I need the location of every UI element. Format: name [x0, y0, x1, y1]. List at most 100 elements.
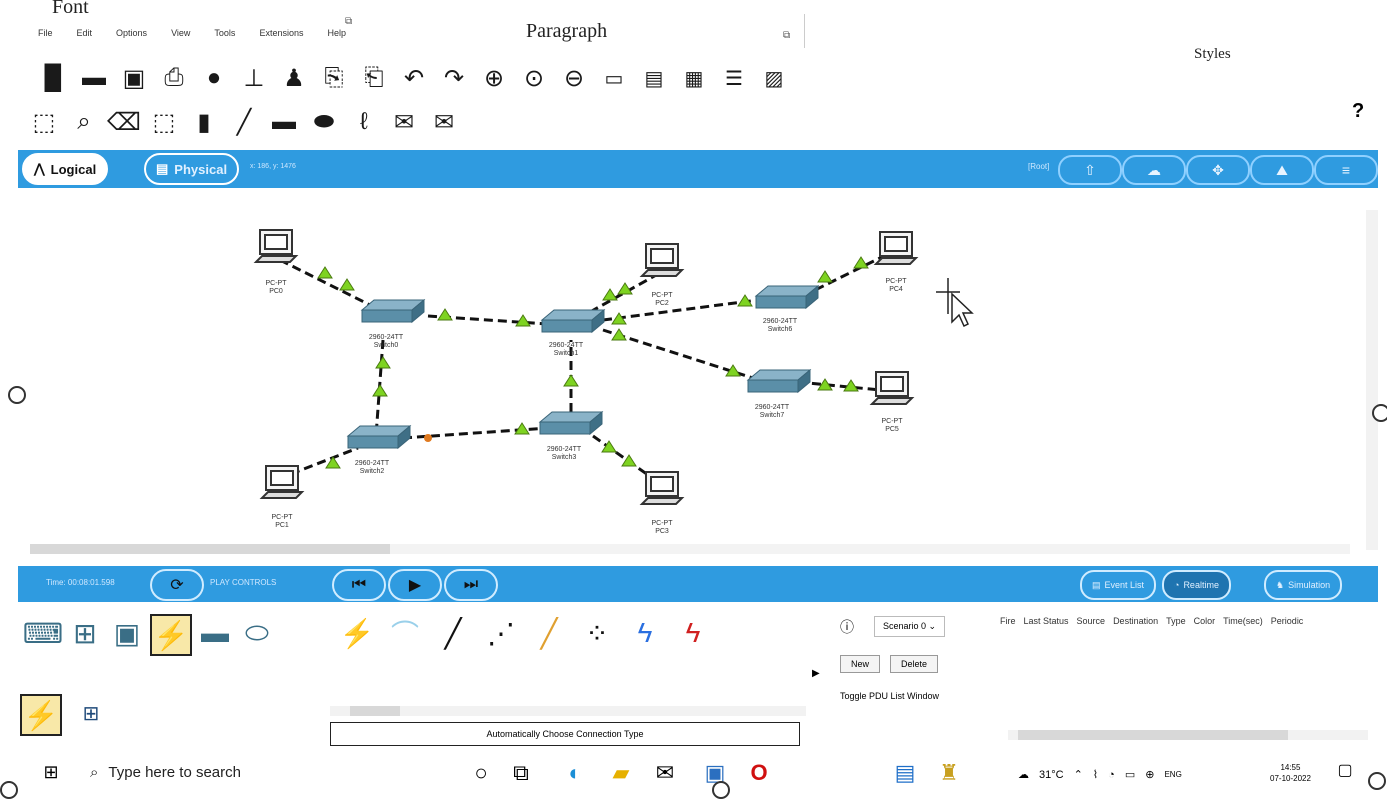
connections-subcategory-icon[interactable]: ⚡ — [20, 694, 62, 736]
draw-rectangle-icon[interactable]: ▬ — [268, 106, 300, 138]
menu-edit[interactable]: Edit — [77, 28, 93, 38]
cortana-icon[interactable]: ○ — [464, 760, 498, 786]
physical-tab[interactable]: ▤ Physical — [144, 153, 240, 185]
multiuser-icon[interactable]: ⬭ — [238, 614, 276, 652]
edge-icon[interactable]: ◐ — [558, 760, 592, 786]
auto-connection-icon[interactable]: ⚡ — [338, 614, 376, 652]
chevron-up-icon[interactable]: ⌃ — [1074, 768, 1083, 781]
viewport-icon[interactable]: ▦ — [678, 62, 710, 94]
add-complex-pdu-icon[interactable]: ✉ — [428, 106, 460, 138]
move-object-icon[interactable]: ✥ — [1186, 155, 1250, 185]
opera-icon[interactable]: O — [742, 760, 776, 786]
scrollbar-thumb[interactable] — [350, 706, 400, 716]
menu-help[interactable]: Help — [327, 28, 346, 38]
zoom-in-icon[interactable]: ⊕ — [478, 62, 510, 94]
open-folder-icon[interactable]: ▬ — [78, 62, 110, 94]
end-devices-icon[interactable]: ⊞ — [66, 614, 104, 652]
phone-cable-icon[interactable]: ⁘ — [578, 614, 616, 652]
zoom-reset-icon[interactable]: ⊙ — [518, 62, 550, 94]
undo-icon[interactable]: ↶ — [398, 62, 430, 94]
paste-icon[interactable]: ⎗ — [358, 62, 390, 94]
select-icon[interactable]: ⬚ — [28, 106, 60, 138]
word-icon[interactable]: ▤ — [888, 760, 922, 786]
zoom-out-icon[interactable]: ⊖ — [558, 62, 590, 94]
resize-handle[interactable] — [1372, 404, 1387, 422]
mail-icon[interactable]: ✉ — [648, 760, 682, 786]
network-icon[interactable]: ⌇ — [1093, 768, 1098, 781]
place-note-icon[interactable]: ▮ — [188, 106, 220, 138]
weather-icon[interactable]: ☁ — [1018, 768, 1029, 781]
scrollbar-thumb[interactable] — [30, 544, 390, 554]
new-file-icon[interactable]: ▉ — [38, 62, 70, 94]
realtime-button[interactable]: ◔ Realtime — [1162, 570, 1231, 600]
volume-icon[interactable]: ◔ — [1108, 769, 1115, 781]
redo-icon[interactable]: ↷ — [438, 62, 470, 94]
back-icon[interactable]: ⇧ — [1058, 155, 1122, 185]
logical-tab[interactable]: ⋀ Logical — [22, 153, 109, 185]
step-back-icon[interactable]: ⏮ — [332, 569, 386, 601]
expand-arrow-icon[interactable]: ▶ — [812, 668, 820, 679]
menu-tools[interactable]: Tools — [214, 28, 235, 38]
taskbar-clock[interactable]: 14:55 07-10-2022 — [1270, 762, 1311, 784]
image-icon[interactable]: ▨ — [758, 62, 790, 94]
simulation-button[interactable]: ♞ Simulation — [1264, 570, 1343, 600]
step-forward-icon[interactable]: ⏭ — [444, 569, 498, 601]
serial-dce-icon[interactable]: ϟ — [674, 614, 712, 652]
font-dialog-launcher-icon[interactable]: ⧉ — [345, 16, 352, 27]
new-cluster-icon[interactable]: ☁ — [1122, 155, 1186, 185]
pdu-list-scrollbar[interactable] — [1008, 730, 1368, 740]
scenario-info-icon[interactable]: ⓘ — [840, 617, 854, 637]
new-scenario-button[interactable]: New — [840, 655, 881, 673]
rack-icon[interactable]: ☰ — [718, 62, 750, 94]
paint-icon[interactable]: ♜ — [932, 760, 966, 786]
menu-extensions[interactable]: Extensions — [259, 28, 303, 38]
device-list-scrollbar[interactable] — [330, 706, 806, 716]
connections-icon[interactable]: ⚡ — [150, 614, 192, 656]
menu-options[interactable]: Options — [116, 28, 147, 38]
resize-handle[interactable] — [8, 386, 26, 404]
logical-workspace[interactable]: PC-PT PC0 PC-PT PC1 PC-PT PC2 PC-PT PC3 PC-P… — [18, 192, 1380, 560]
workspace-vertical-scrollbar[interactable] — [1366, 210, 1378, 550]
paragraph-dialog-launcher-icon[interactable]: ⧉ — [783, 30, 790, 41]
resize-handle[interactable] — [0, 781, 18, 799]
task-view-icon[interactable]: ⧉ — [504, 760, 538, 786]
custom-devices-dialog-icon[interactable]: ▤ — [638, 62, 670, 94]
coaxial-icon[interactable]: ϟ — [626, 614, 664, 652]
custom-device-icon[interactable]: ♟ — [278, 62, 310, 94]
components-icon[interactable]: ▣ — [108, 614, 146, 652]
power-cycle-icon[interactable]: ⟳ — [150, 569, 204, 601]
resize-handle[interactable] — [712, 781, 730, 799]
grid-subcategory-icon[interactable]: ⊞ — [72, 694, 110, 732]
miscellaneous-icon[interactable]: ▬ — [196, 614, 234, 652]
network-info-icon[interactable]: ⊥ — [238, 62, 270, 94]
scrollbar-thumb[interactable] — [1018, 730, 1288, 740]
fiber-icon[interactable]: ╱ — [530, 614, 568, 652]
language[interactable]: ENG — [1164, 770, 1181, 779]
freeform-icon[interactable]: ℓ — [348, 106, 380, 138]
draw-ellipse-icon[interactable]: ⬬ — [308, 106, 340, 138]
menu-view[interactable]: View — [171, 28, 190, 38]
play-icon[interactable]: ▶ — [388, 569, 442, 601]
notifications-icon[interactable]: ▢ — [1328, 760, 1362, 780]
inspect-icon[interactable]: ⌕ — [68, 106, 100, 138]
set-tiled-background-icon[interactable]: ⛰ — [1250, 155, 1314, 185]
help-icon[interactable]: ? — [1352, 100, 1364, 123]
print-icon[interactable]: ⎙ — [158, 62, 190, 94]
file-explorer-icon[interactable]: ▰ — [604, 760, 638, 786]
activity-wizard-icon[interactable]: ● — [198, 62, 230, 94]
menu-file[interactable]: File — [38, 28, 53, 38]
delete-scenario-button[interactable]: Delete — [890, 655, 939, 673]
toggle-pdu-list-button[interactable]: Toggle PDU List Window — [840, 691, 1000, 701]
scenario-select[interactable]: Scenario 0 ⌄ — [874, 616, 946, 637]
battery-icon[interactable]: ▭ — [1125, 768, 1135, 781]
copy-icon[interactable]: ⎘ — [318, 62, 350, 94]
windows-start-icon[interactable]: ⊞ — [34, 762, 68, 783]
draw-line-icon[interactable]: ╱ — [228, 106, 260, 138]
network-devices-icon[interactable]: ⌨ — [23, 614, 63, 652]
copper-cross-icon[interactable]: ⋰ — [482, 614, 520, 652]
copper-straight-icon[interactable]: ╱ — [434, 614, 472, 652]
resize-shape-icon[interactable]: ⬚ — [148, 106, 180, 138]
add-simple-pdu-icon[interactable]: ✉ — [388, 106, 420, 138]
save-icon[interactable]: ▣ — [118, 62, 150, 94]
drawing-palette-icon[interactable]: ▭ — [598, 62, 630, 94]
